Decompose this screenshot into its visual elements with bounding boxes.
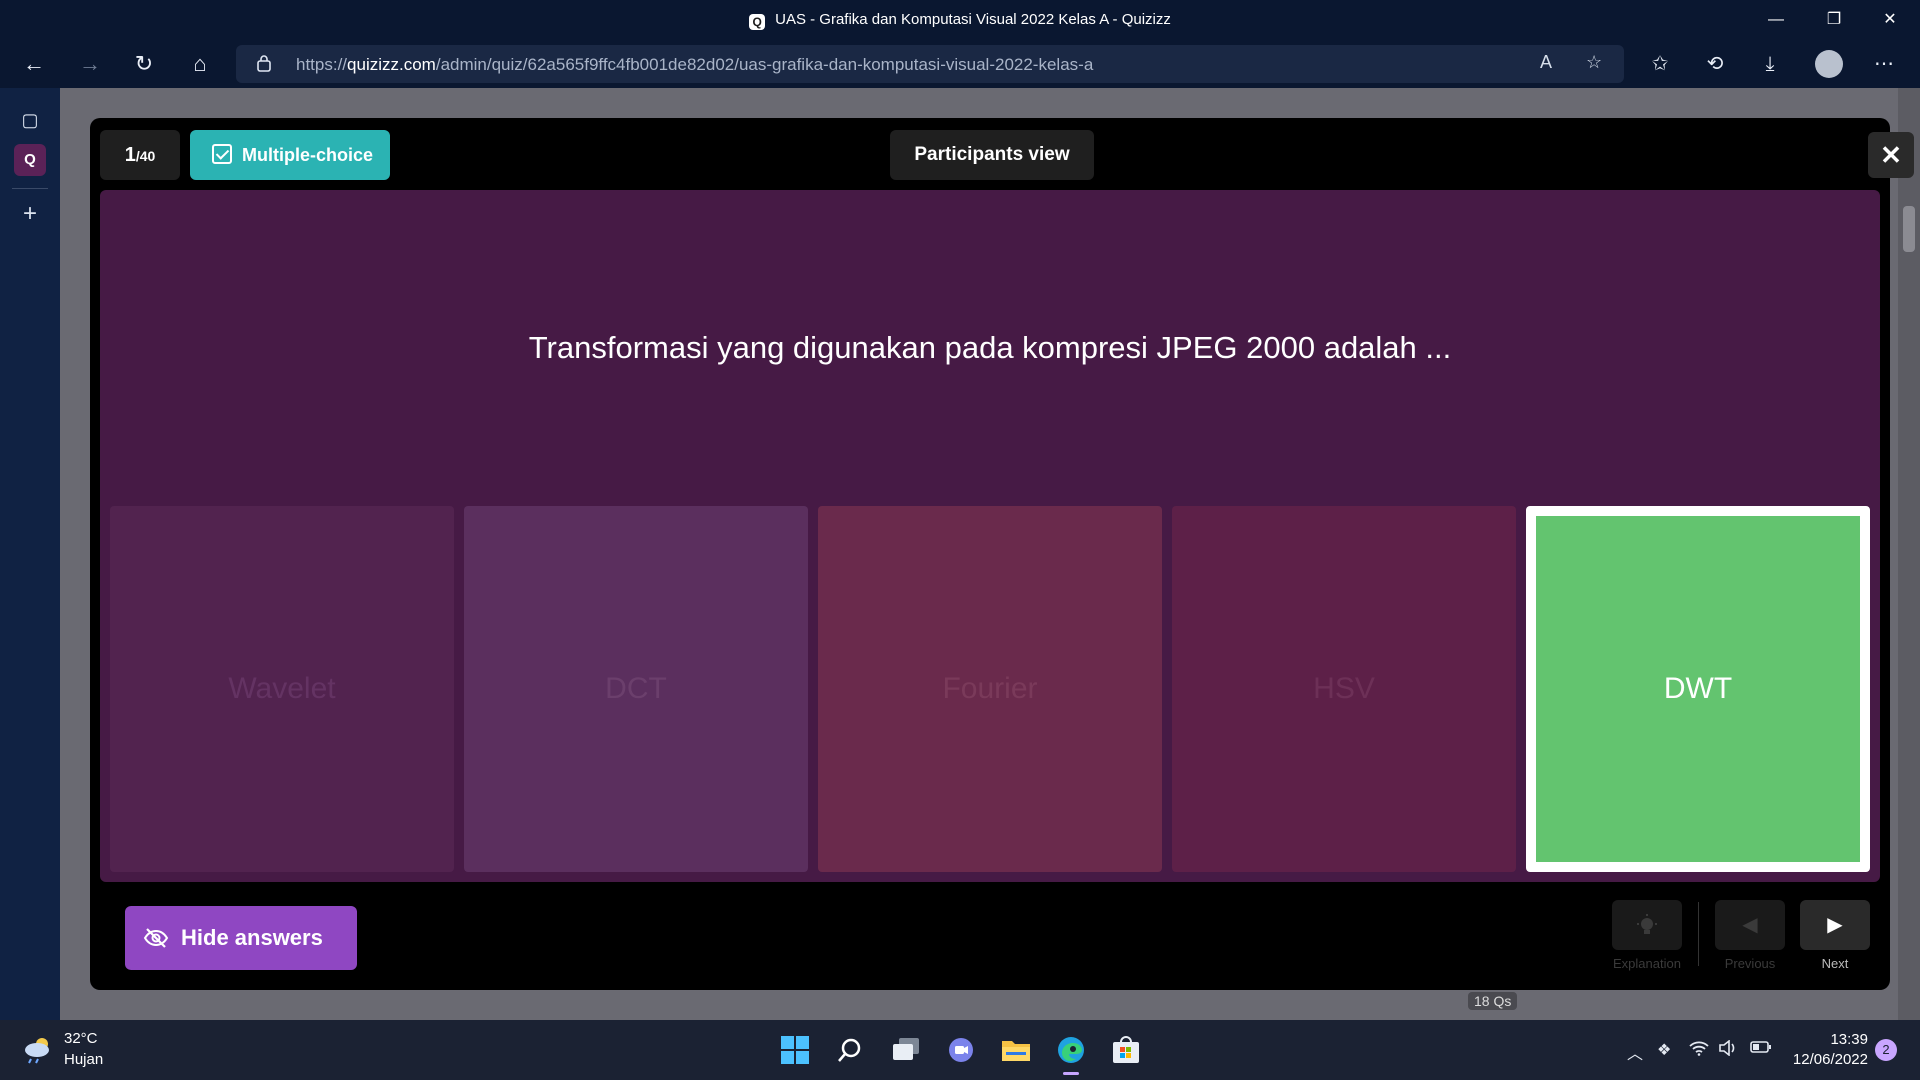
question-type-label: Multiple-choice	[242, 145, 374, 165]
explanation-button[interactable]	[1612, 900, 1682, 950]
add-favorite-icon[interactable]: ☆	[1586, 52, 1602, 73]
clock-date: 12/06/2022	[1792, 1051, 1868, 1068]
url-domain: quizizz.com	[347, 55, 436, 74]
system-clock[interactable]: 13:39 12/06/2022	[1788, 1030, 1868, 1070]
profile-avatar[interactable]	[1815, 50, 1843, 78]
eye-slash-icon	[143, 928, 169, 948]
file-explorer-icon[interactable]	[996, 1030, 1036, 1070]
weather-description[interactable]: Hujan	[64, 1051, 103, 1068]
dropbox-icon[interactable]: ❖	[1657, 1040, 1671, 1060]
restore-button[interactable]: ❐	[1806, 0, 1862, 40]
close-window-button[interactable]: ✕	[1862, 0, 1918, 40]
start-icon[interactable]	[775, 1030, 815, 1070]
answer-option[interactable]: DCT	[464, 506, 808, 872]
more-menu-icon[interactable]: ⋯	[1866, 46, 1902, 82]
search-icon[interactable]	[830, 1030, 870, 1070]
sidebar-divider	[12, 188, 48, 189]
address-bar[interactable]: https://quizizz.com/admin/quiz/62a565f9f…	[236, 45, 1624, 83]
answer-option[interactable]: HSV	[1172, 506, 1516, 872]
questions-count-badge: 18 Qs	[1468, 992, 1518, 1010]
question-type-badge: Multiple-choice	[190, 130, 390, 180]
controls-divider	[1698, 902, 1699, 966]
window-title-bar: Q UAS - Grafika dan Komputasi Visual 2022…	[0, 0, 1920, 40]
hide-answers-label: Hide answers	[181, 925, 323, 950]
history-icon[interactable]: ⟲	[1697, 46, 1733, 82]
counter-total: /40	[135, 148, 156, 164]
window-title: Q UAS - Grafika dan Komputasi Visual 2022…	[0, 11, 1920, 30]
answer-option[interactable]: Fourier	[818, 506, 1162, 872]
quizizz-tab-icon[interactable]: Q	[14, 144, 46, 176]
quizizz-favicon-icon: Q	[749, 14, 766, 30]
refresh-button[interactable]: ↻	[126, 46, 162, 82]
page-scrollbar[interactable]	[1898, 88, 1920, 1020]
close-modal-button[interactable]: ✕	[1868, 132, 1914, 178]
explanation-label: Explanation	[1613, 956, 1681, 971]
read-aloud-icon[interactable]: A	[1540, 52, 1552, 73]
edge-sidebar: ▢ Q +	[0, 88, 60, 1020]
tab-actions-icon[interactable]: ▢	[14, 104, 46, 136]
windows-taskbar: 32°C Hujan ︿ ❖ 13:39 12/06/2022 2	[0, 1020, 1920, 1080]
checkbox-icon	[212, 144, 232, 164]
window-title-text: UAS - Grafika dan Komputasi Visual 2022 …	[775, 11, 1171, 28]
scrollbar-thumb[interactable]	[1903, 206, 1915, 252]
home-button[interactable]: ⌂	[182, 46, 218, 82]
weather-temperature[interactable]: 32°C	[64, 1030, 98, 1047]
participants-view-button[interactable]: Participants view	[890, 130, 1094, 180]
hide-answers-button[interactable]: Hide answers	[125, 906, 357, 970]
next-icon: ▶	[1827, 914, 1843, 936]
next-label: Next	[1821, 956, 1849, 971]
edge-browser-icon[interactable]	[1051, 1030, 1091, 1075]
next-button[interactable]: ▶	[1800, 900, 1870, 950]
cloud-rain-icon[interactable]	[22, 1034, 54, 1064]
url-prefix: https://	[296, 55, 348, 74]
answer-option[interactable]: Wavelet	[110, 506, 454, 872]
back-button[interactable]: ←	[16, 46, 52, 82]
browser-toolbar: ← → ↻ ⌂ https://quizizz.com/admin/quiz/6…	[0, 40, 1920, 88]
previous-icon: ◀	[1742, 914, 1758, 936]
minimize-button[interactable]: —	[1748, 0, 1804, 40]
question-counter: 1/40	[100, 130, 180, 180]
teams-chat-icon[interactable]	[941, 1030, 981, 1070]
downloads-icon[interactable]: ⤓	[1752, 46, 1788, 82]
question-stage: Transformasi yang digunakan pada kompres…	[100, 190, 1880, 882]
previous-label: Previous	[1724, 956, 1776, 971]
lightbulb-icon	[1637, 913, 1657, 934]
volume-icon[interactable]	[1718, 1039, 1738, 1061]
answer-option-correct[interactable]: DWT	[1526, 506, 1870, 872]
question-preview-modal: 1/40 Multiple-choice Participants view ✕…	[90, 118, 1914, 990]
microsoft-store-icon[interactable]	[1106, 1030, 1146, 1070]
favorites-icon[interactable]: ✩	[1642, 46, 1678, 82]
new-tab-icon[interactable]: +	[14, 198, 46, 230]
url-text[interactable]: https://quizizz.com/admin/quiz/62a565f9f…	[296, 55, 1093, 75]
counter-current: 1	[124, 144, 136, 166]
lock-icon[interactable]	[256, 54, 272, 72]
task-view-icon[interactable]	[886, 1030, 926, 1070]
battery-icon[interactable]	[1750, 1040, 1772, 1059]
chevron-up-icon[interactable]: ︿	[1627, 1040, 1643, 1064]
question-text: Transformasi yang digunakan pada kompres…	[528, 330, 1452, 365]
clock-time: 13:39	[1830, 1031, 1868, 1048]
previous-button[interactable]: ◀	[1715, 900, 1785, 950]
url-path: /admin/quiz/62a565f9ffc4fb001de82d02/uas…	[435, 55, 1094, 74]
forward-button[interactable]: →	[72, 46, 108, 82]
wifi-icon[interactable]	[1689, 1040, 1709, 1061]
notification-badge[interactable]: 2	[1875, 1039, 1897, 1061]
